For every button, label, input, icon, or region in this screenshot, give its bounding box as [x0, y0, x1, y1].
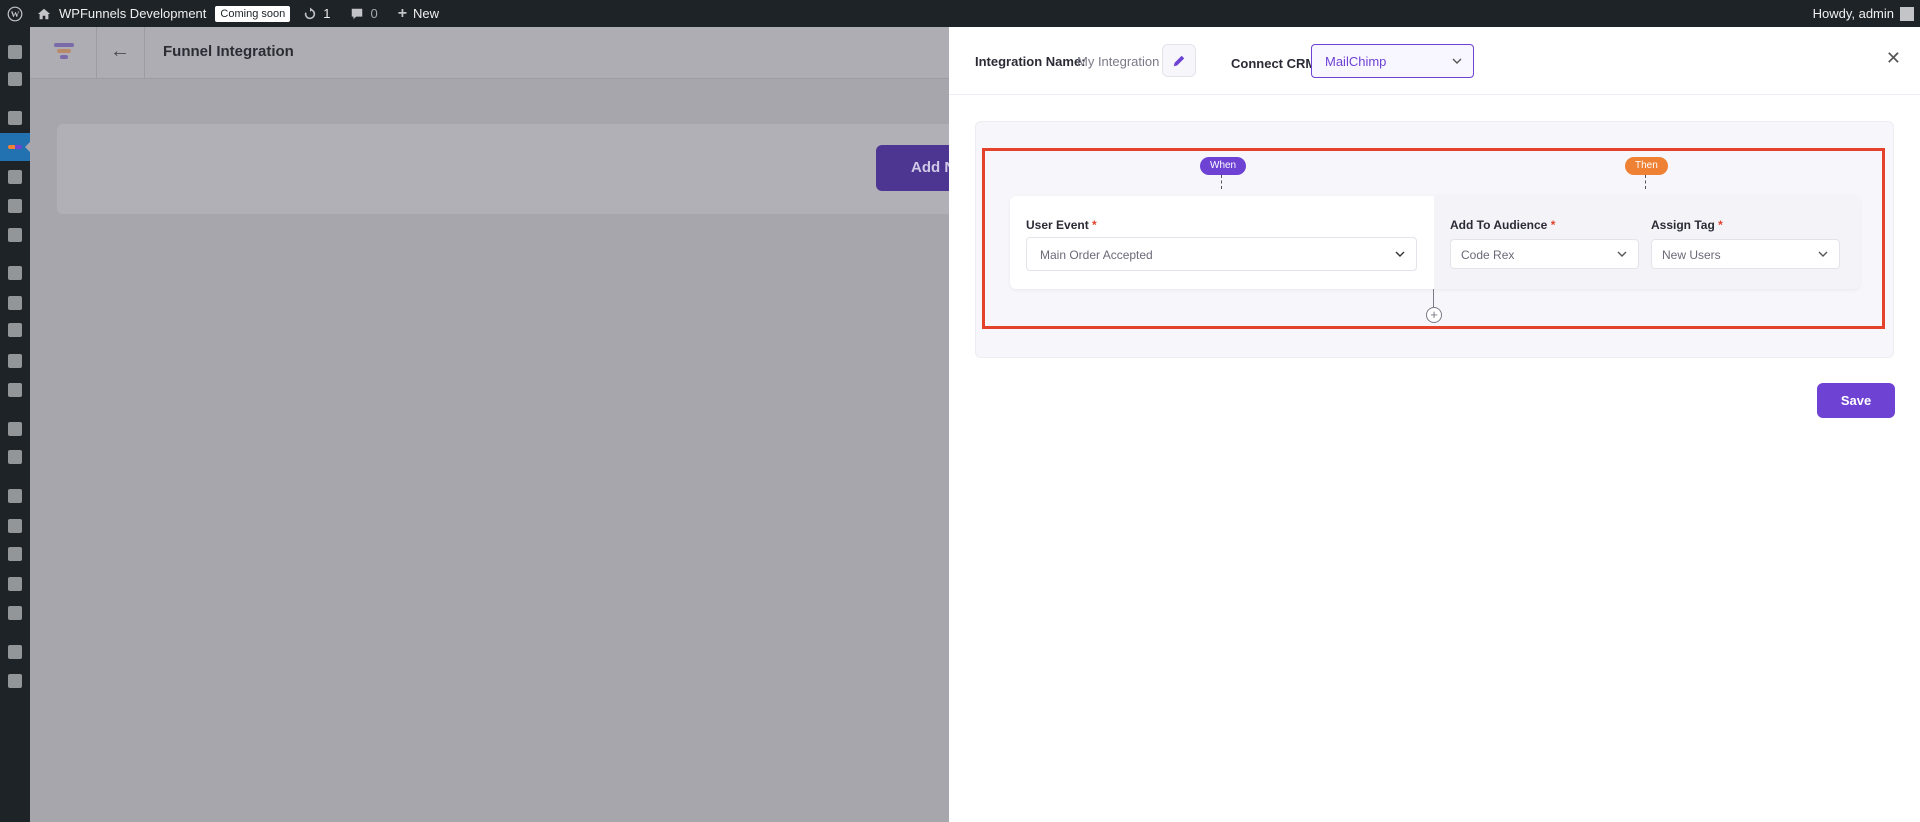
admin-sidebar	[0, 27, 30, 822]
crm-selected-value: MailChimp	[1325, 54, 1387, 69]
audience-value: Code Rex	[1461, 248, 1515, 262]
marketing-menu-icon[interactable]	[0, 380, 30, 400]
templates-menu-icon[interactable]	[0, 447, 30, 467]
wpfunnels-menu-icon[interactable]	[0, 133, 30, 161]
site-name-link[interactable]: WPFunnels Development	[30, 0, 213, 27]
code-menu-icon[interactable]	[0, 642, 30, 662]
analytics-menu-icon[interactable]	[0, 351, 30, 371]
page-title: Funnel Integration	[163, 43, 294, 60]
action-panel: Add To Audience * Code Rex Assign Tag * …	[1434, 196, 1860, 289]
updates-link[interactable]: 1	[296, 0, 337, 27]
when-badge: When	[1200, 157, 1247, 175]
tag-label: Assign Tag *	[1651, 218, 1723, 232]
user-event-label: User Event *	[1026, 218, 1097, 232]
tag-value: New Users	[1662, 248, 1721, 262]
chevron-down-icon	[1395, 251, 1405, 257]
posts-menu-icon[interactable]	[0, 108, 30, 128]
chevron-down-icon	[1818, 251, 1828, 257]
user-event-select[interactable]: Main Order Accepted	[1026, 237, 1417, 271]
woocommerce-menu-icon[interactable]	[0, 263, 30, 283]
howdy-text: Howdy, admin	[1812, 6, 1894, 21]
refresh-icon	[305, 6, 316, 19]
wordpress-logo-icon[interactable]: W	[0, 0, 30, 27]
users-menu-icon[interactable]	[0, 544, 30, 564]
then-badge: Then	[1625, 157, 1668, 175]
background-card	[57, 124, 957, 214]
coming-soon-badge[interactable]: Coming soon	[215, 5, 291, 22]
plus-icon: +	[397, 4, 408, 22]
user-event-value: Main Order Accepted	[1040, 248, 1153, 262]
tools-menu-icon[interactable]	[0, 574, 30, 594]
audience-label: Add To Audience *	[1450, 218, 1556, 232]
comments-menu-icon[interactable]	[0, 225, 30, 245]
integration-name-label: Integration Name:	[975, 54, 1086, 69]
site-name: WPFunnels Development	[59, 6, 207, 21]
products-menu-icon[interactable]	[0, 293, 30, 313]
add-condition-button[interactable]: +	[1426, 307, 1442, 323]
save-button[interactable]: Save	[1817, 383, 1895, 418]
avatar	[1900, 6, 1914, 21]
media-menu-icon[interactable]	[0, 167, 30, 187]
svg-text:W: W	[11, 9, 20, 19]
updates-count: 1	[323, 6, 331, 21]
rule-connector-line	[1433, 289, 1434, 309]
integration-drawer: Integration Name: My Integration Connect…	[949, 27, 1920, 822]
plugins-menu-icon[interactable]	[0, 516, 30, 536]
payments-menu-icon[interactable]	[0, 320, 30, 340]
home-icon	[37, 8, 51, 19]
audience-select[interactable]: Code Rex	[1450, 239, 1639, 269]
collapse-menu-icon[interactable]	[0, 671, 30, 691]
elementor-menu-icon[interactable]	[0, 419, 30, 439]
mail-menu-icon[interactable]	[0, 69, 30, 89]
my-account-link[interactable]: Howdy, admin	[1806, 0, 1920, 27]
connect-crm-label: Connect CRM	[1231, 56, 1317, 71]
back-arrow-icon[interactable]: ←	[110, 40, 130, 63]
settings-menu-icon[interactable]	[0, 603, 30, 623]
dashboard-menu-icon[interactable]	[0, 42, 30, 62]
chevron-down-icon	[1452, 58, 1462, 64]
comments-link[interactable]: 0	[343, 0, 384, 27]
crm-select[interactable]: MailChimp	[1311, 44, 1474, 78]
close-icon[interactable]: ✕	[1886, 49, 1901, 67]
tag-select[interactable]: New Users	[1651, 239, 1840, 269]
when-connector	[1221, 175, 1222, 189]
appearance-menu-icon[interactable]	[0, 486, 30, 506]
edit-name-button[interactable]	[1162, 44, 1196, 77]
pencil-icon	[1173, 55, 1185, 66]
drawer-header: Integration Name: My Integration Connect…	[949, 27, 1920, 95]
comment-icon	[352, 8, 363, 19]
chevron-down-icon	[1617, 251, 1627, 257]
wpfunnels-logo-icon	[52, 41, 76, 65]
new-label: New	[413, 6, 440, 21]
rule-card: User Event * Main Order Accepted Add To …	[1010, 196, 1860, 289]
comments-count: 0	[370, 6, 378, 21]
then-connector	[1645, 175, 1646, 189]
integration-name-value: My Integration	[1077, 54, 1160, 69]
new-content-link[interactable]: + New	[391, 0, 446, 27]
wp-admin-bar: W WPFunnels Development Coming soon 1 0 …	[0, 0, 1920, 27]
pages-menu-icon[interactable]	[0, 196, 30, 216]
